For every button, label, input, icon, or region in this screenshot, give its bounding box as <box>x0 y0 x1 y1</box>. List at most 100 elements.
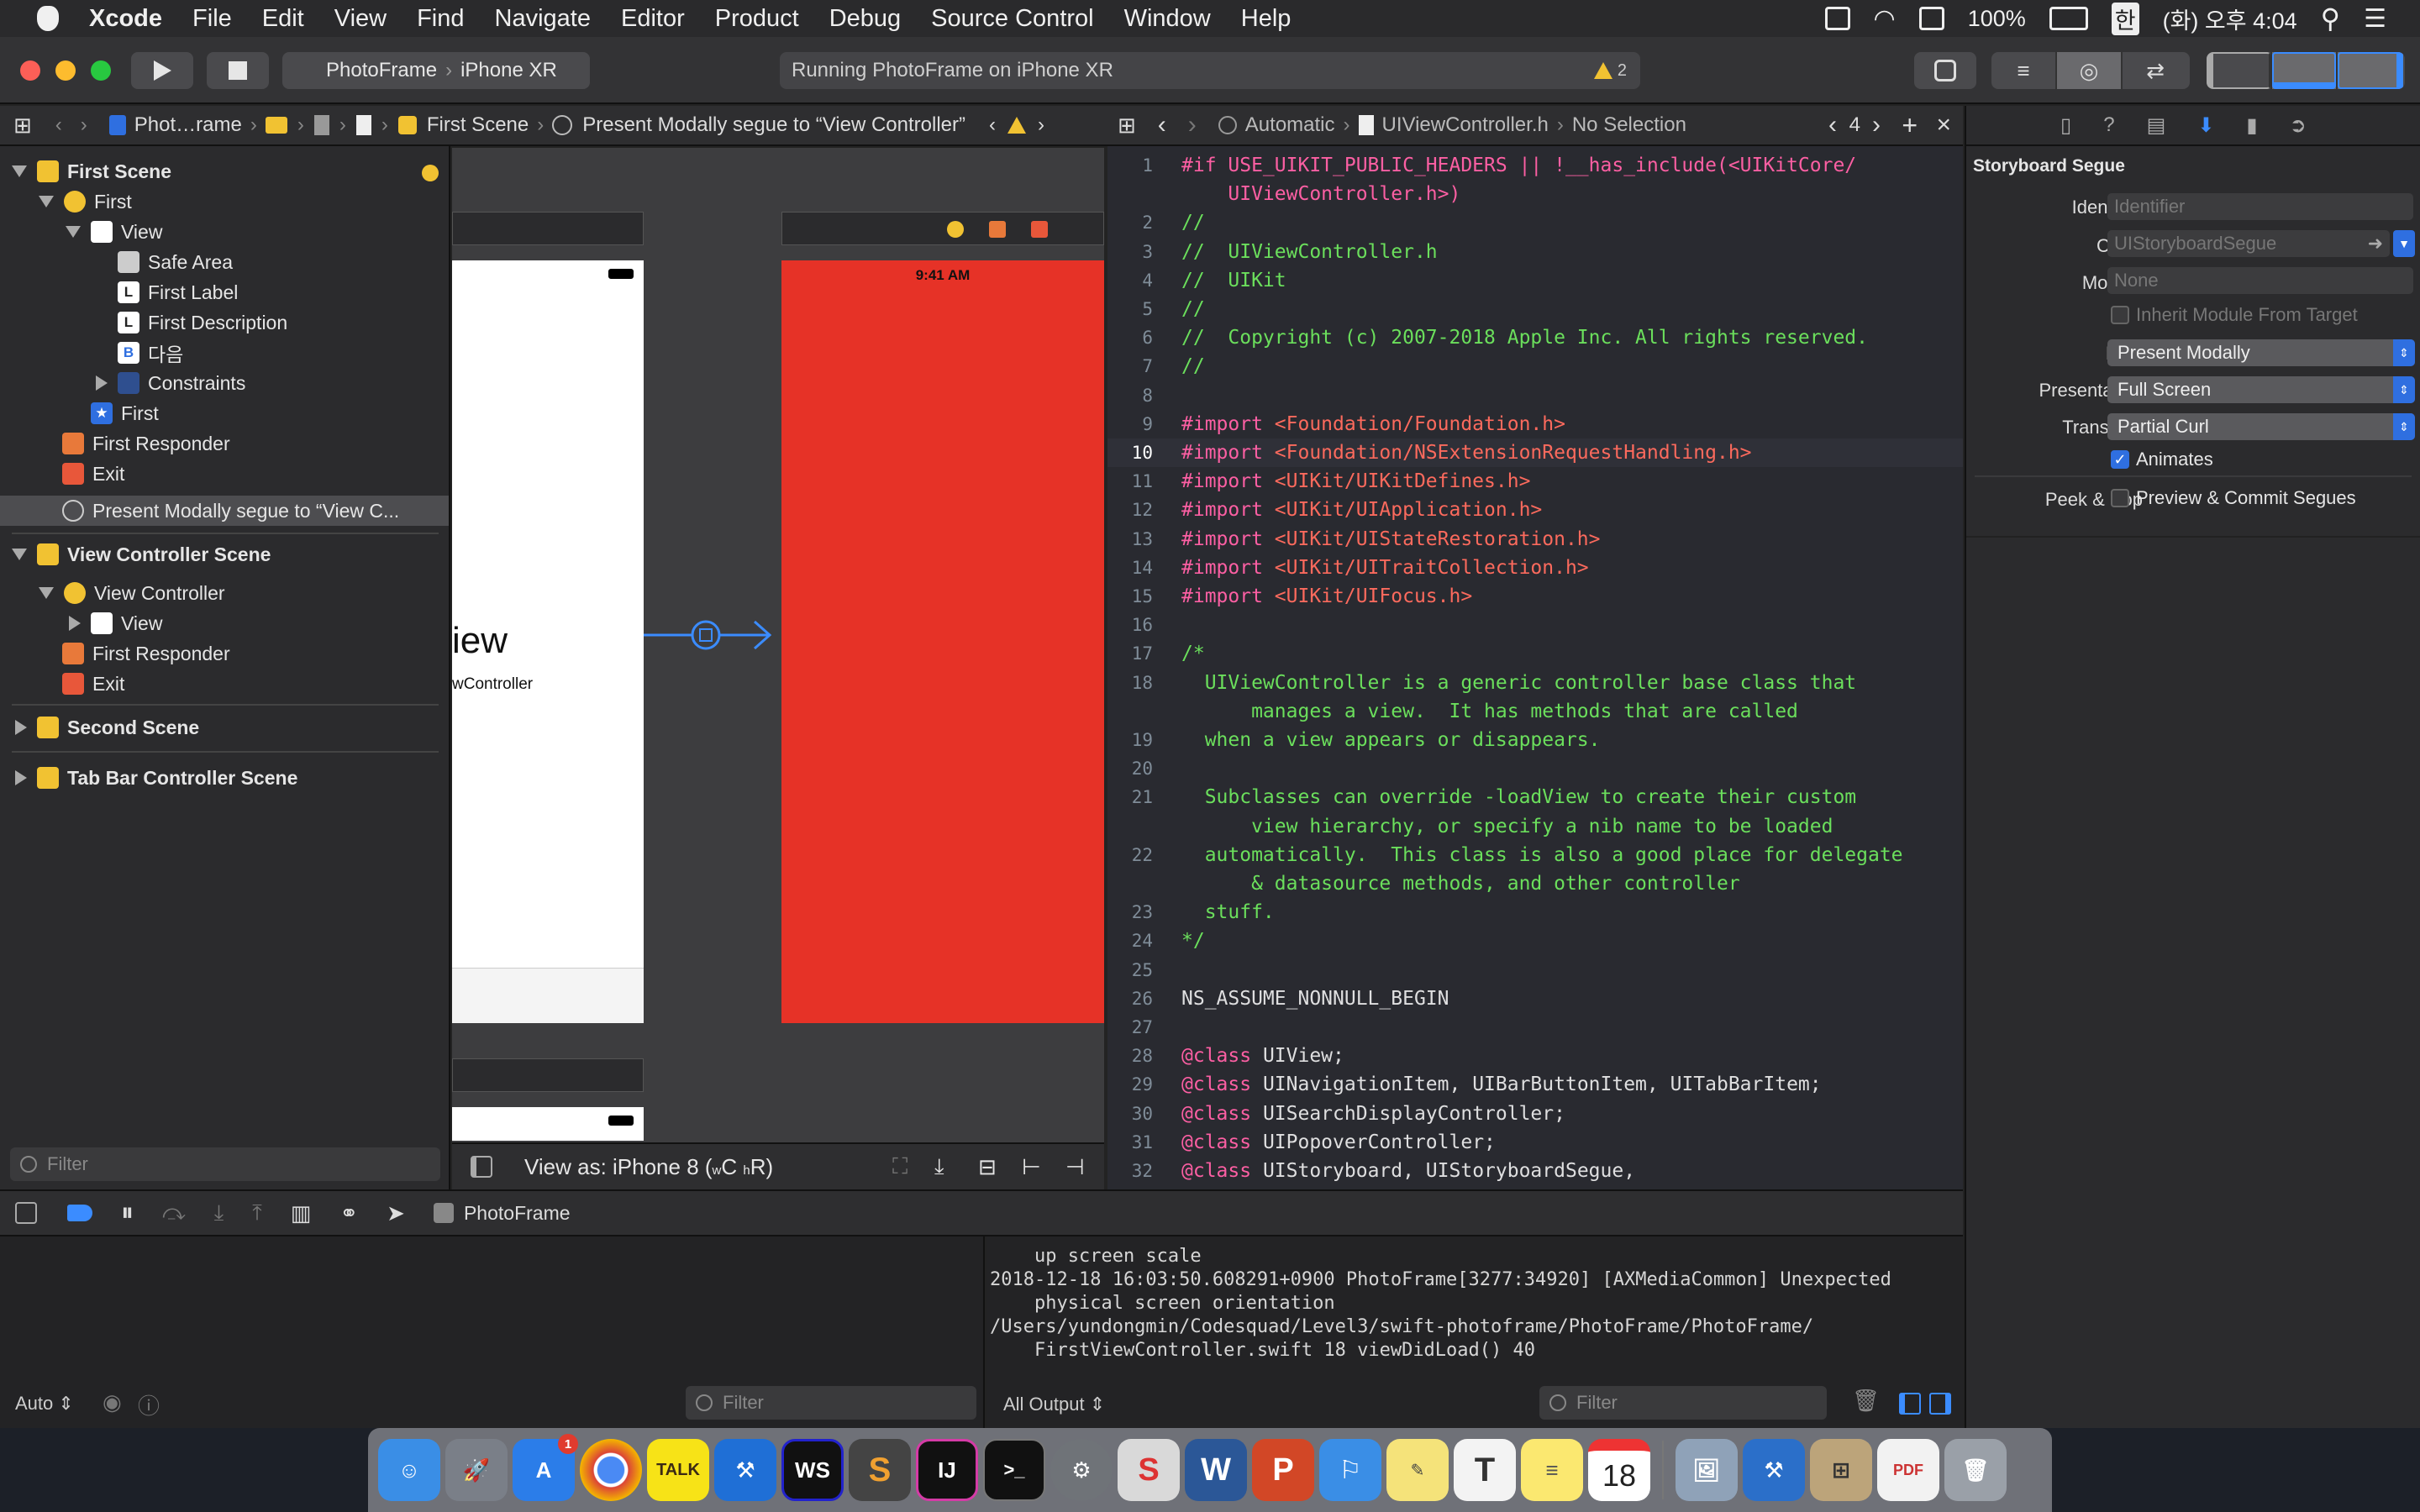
trash-icon[interactable]: 🗑 <box>1852 1389 1880 1413</box>
code-line[interactable]: 22 automatically. This class is also a g… <box>1107 841 1963 869</box>
intellij-icon[interactable]: IJ <box>916 1439 978 1501</box>
notification-center-icon[interactable]: ☰ <box>2364 4 2386 34</box>
outline-vc-scene[interactable]: View Controller Scene <box>12 539 271 570</box>
forward-icon[interactable]: › <box>1188 111 1197 139</box>
outline-first-controller[interactable]: First <box>39 186 132 217</box>
menu-window[interactable]: Window <box>1124 5 1211 33</box>
outline-vc-exit[interactable]: Exit <box>62 669 124 699</box>
assistant-editor-button[interactable]: ◎ <box>2057 52 2123 89</box>
outline-tabbar-scene[interactable]: Tab Bar Controller Scene <box>12 763 297 793</box>
file-inspector-icon[interactable]: ▯ <box>2060 113 2071 138</box>
warning-indicator[interactable]: 2 <box>1593 61 1627 81</box>
code-line[interactable]: 8 <box>1107 381 1963 410</box>
code-line[interactable]: 20 <box>1107 754 1963 783</box>
code-line[interactable]: 30 @class UISearchDisplayController; <box>1107 1100 1963 1128</box>
outline-vc-view[interactable]: View <box>66 608 162 638</box>
previous-counterpart-icon[interactable]: ‹ <box>1828 111 1837 139</box>
outline-second-scene[interactable]: Second Scene <box>12 712 199 743</box>
code-line[interactable]: manages a view. It has methods that are … <box>1107 697 1963 726</box>
previous-issue-icon[interactable]: ‹ <box>989 113 996 137</box>
outline-next-button[interactable]: B 다음 <box>118 338 183 368</box>
code-line[interactable]: view hierarchy, or specify a nib name to… <box>1107 812 1963 841</box>
view-controller-icon[interactable] <box>947 221 964 238</box>
layout-icon[interactable] <box>1824 7 1850 30</box>
kakaotalk-icon[interactable]: TALK <box>647 1439 709 1501</box>
back-icon[interactable]: ‹ <box>1158 111 1166 139</box>
code-line[interactable]: 19 when a view appears or disappears. <box>1107 726 1963 754</box>
outline-first-description[interactable]: L First Description <box>118 307 287 338</box>
back-icon[interactable]: ‹ <box>55 113 62 137</box>
outline-constraints[interactable]: Constraints <box>92 368 245 398</box>
code-line[interactable]: 6 // Copyright (c) 2007-2018 Apple Inc. A… <box>1107 323 1963 352</box>
vc-scene-screen[interactable]: 9:41 AM <box>781 260 1104 1023</box>
outline-exit[interactable]: Exit <box>62 459 124 489</box>
toggle-navigator-button[interactable] <box>2207 52 2272 89</box>
size-inspector-icon[interactable]: ▮ <box>2246 113 2257 138</box>
outline-tab-item[interactable]: ★ First <box>91 398 159 428</box>
code-line[interactable]: 16 <box>1107 611 1963 639</box>
identity-inspector-icon[interactable]: ▤ <box>2147 113 2166 138</box>
go-arrow-icon[interactable]: ➜ <box>2368 233 2383 255</box>
menu-product[interactable]: Product <box>715 5 799 33</box>
code-line[interactable]: 7 // <box>1107 352 1963 381</box>
exit-icon[interactable] <box>1031 221 1048 238</box>
close-editor-icon[interactable]: × <box>1936 111 1951 139</box>
disclosure-closed-icon[interactable] <box>96 375 108 391</box>
kind-popup[interactable]: Present Modally ⇕ <box>2107 339 2415 366</box>
outline-first-scene[interactable]: First Scene <box>12 156 171 186</box>
preview-icon[interactable]: 🖼 <box>1676 1439 1738 1501</box>
related-items-icon[interactable]: ⊞ <box>13 113 32 139</box>
outline-first-responder[interactable]: First Responder <box>62 428 230 459</box>
menu-file[interactable]: File <box>192 5 232 33</box>
code-line[interactable]: 12 #import <UIKit/UIApplication.h> <box>1107 496 1963 524</box>
system-preferences-icon[interactable]: ⚙ <box>1050 1439 1113 1501</box>
slides-icon[interactable]: S <box>1118 1439 1180 1501</box>
code-line[interactable]: 21 Subclasses can override -loadView to … <box>1107 783 1963 811</box>
code-line[interactable]: 4 // UIKit <box>1107 266 1963 295</box>
first-responder-icon[interactable] <box>989 221 1006 238</box>
connections-inspector-icon[interactable]: ➲ <box>2290 113 2307 138</box>
menu-help[interactable]: Help <box>1241 5 1292 33</box>
scheme-selector[interactable]: PhotoFrame › iPhone XR <box>282 52 590 89</box>
powerpoint-icon[interactable]: P <box>1252 1439 1314 1501</box>
xcode-icon[interactable]: ⚒ <box>714 1439 776 1501</box>
version-editor-button[interactable]: ⇄ <box>2123 52 2188 89</box>
zoom-window-button[interactable] <box>91 60 111 81</box>
disclosure-closed-icon[interactable] <box>69 616 81 631</box>
code-line[interactable]: 15 #import <UIKit/UIFocus.h> <box>1107 582 1963 611</box>
run-button[interactable] <box>131 52 193 89</box>
code-line[interactable]: 28 @class UIView; <box>1107 1042 1963 1070</box>
step-in-icon[interactable]: ⤓ <box>214 1200 224 1226</box>
identifier-field[interactable]: Identifier <box>2107 193 2413 220</box>
disclosure-open-icon[interactable] <box>12 165 27 177</box>
console-filter[interactable]: Filter <box>1539 1386 1827 1420</box>
code-line[interactable]: 11 #import <UIKit/UIKitDefines.h> <box>1107 467 1963 496</box>
terminal-icon[interactable]: >_ <box>983 1439 1045 1501</box>
console-output[interactable]: up screen scale 2018-12-18 16:03:50.6082… <box>986 1236 1963 1428</box>
resolve-issues-icon[interactable]: ⊣ <box>1065 1154 1085 1180</box>
jump-project[interactable]: Phot…rame <box>134 113 242 137</box>
xcode-document-icon[interactable]: ⚒ <box>1743 1439 1805 1501</box>
scene-status-icon[interactable] <box>422 165 439 181</box>
step-over-icon[interactable]: ⤼ <box>162 1200 186 1226</box>
first-scene-screen[interactable]: iew wController <box>452 260 644 1023</box>
library-button[interactable] <box>1914 52 1976 89</box>
location-icon[interactable]: ➤ <box>387 1200 405 1226</box>
menu-view[interactable]: View <box>334 5 387 33</box>
calendar-icon[interactable]: 18 <box>1588 1439 1650 1501</box>
close-window-button[interactable] <box>20 60 40 81</box>
menu-debug[interactable]: Debug <box>829 5 901 33</box>
debug-target-name[interactable]: PhotoFrame <box>464 1202 571 1225</box>
wifi-icon[interactable]: ◠ <box>1874 4 1896 34</box>
code-line[interactable]: 27 <box>1107 1013 1963 1042</box>
calculator-icon[interactable]: ⊞ <box>1810 1439 1872 1501</box>
code-line[interactable]: 18 UIViewController is a generic control… <box>1107 669 1963 697</box>
clock[interactable]: (화) 오후 4:04 <box>2163 3 2297 35</box>
jump-segue[interactable]: Present Modally segue to “View Controlle… <box>582 113 965 137</box>
code-line[interactable]: 2 // <box>1107 208 1963 237</box>
class-field[interactable]: UIStoryboardSegue ➜ <box>2107 230 2390 257</box>
disclosure-open-icon[interactable] <box>12 549 27 560</box>
embed-icon[interactable]: ⤓ <box>934 1153 944 1180</box>
code-line[interactable]: 1 #if USE_UIKIT_PUBLIC_HEADERS || !__has_… <box>1107 151 1963 180</box>
outline-vc-first-responder[interactable]: First Responder <box>62 638 230 669</box>
